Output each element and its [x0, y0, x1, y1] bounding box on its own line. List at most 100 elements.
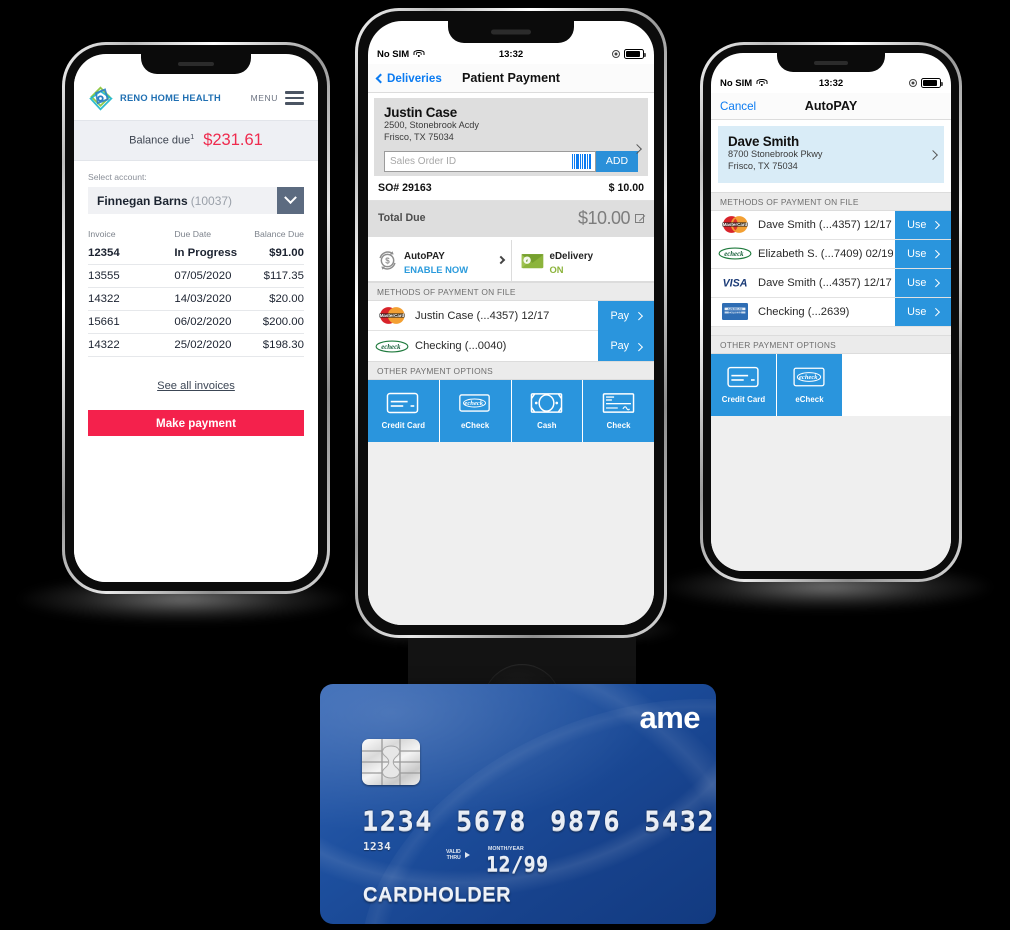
use-button[interactable]: Use — [895, 268, 951, 297]
payment-method-label: Checking (...2639) — [758, 305, 850, 318]
svg-text:MasterCard: MasterCard — [723, 222, 748, 227]
earpiece-speaker — [814, 60, 848, 65]
total-due-row: Total Due $10.00 — [368, 200, 654, 237]
account-dropdown-button[interactable] — [277, 187, 304, 214]
svg-text:MasterCard: MasterCard — [380, 313, 405, 318]
option-label: eCheck — [795, 394, 824, 404]
svg-text:echeck: echeck — [465, 400, 484, 407]
svg-text:e: e — [526, 259, 528, 264]
barcode-icon[interactable] — [571, 153, 591, 169]
amex-logo-icon: AMERICAN EXPRESS — [718, 303, 752, 320]
chevron-right-icon — [932, 220, 940, 229]
customer-address-line-1: 2500, Stonebrook Acdy — [384, 120, 480, 130]
customer-address-card[interactable]: Dave Smith 8700 Stonebrook Pkwy Frisco, … — [718, 126, 944, 183]
valid-thru-label: VALID THRU — [446, 849, 461, 861]
right-phone-device: No SIM 13:32 Cancel AutoPAY Dave Smith 8 — [700, 42, 962, 582]
echeck-logo-icon: echeck — [375, 338, 409, 355]
echeck-option[interactable]: echeck eCheck — [777, 353, 843, 416]
customer-name: Dave Smith — [728, 134, 799, 149]
echeck-option[interactable]: echeck eCheck — [439, 380, 512, 443]
cell-due: 06/02/2020 — [174, 316, 232, 328]
account-select[interactable]: Finnegan Barns (10037) — [88, 187, 304, 214]
list-item[interactable]: echeck Checking (...0040) Pay — [368, 331, 654, 361]
svg-text:AMERICAN: AMERICAN — [728, 307, 743, 311]
table-row[interactable]: 14322 14/03/2020 $20.00 — [88, 288, 304, 311]
other-payment-options-grid: Credit Card echeck eCheck — [368, 380, 654, 443]
credit-card-option[interactable]: Credit Card — [368, 380, 440, 443]
right-content-filler — [711, 415, 951, 571]
col-balance-due: Balance Due — [254, 229, 304, 239]
total-due-label: Total Due — [378, 212, 426, 225]
list-item[interactable]: MasterCard Justin Case (...4357) 12/17 P… — [368, 301, 654, 332]
sales-order-input-row: Sales Order ID ADD — [384, 150, 638, 172]
list-item[interactable]: VISA Dave Smith (...4357) 12/17 Use — [711, 268, 951, 298]
balance-due-strip: Balance due1 $231.61 — [74, 120, 318, 161]
status-right-icons — [612, 49, 646, 59]
autopay-title: AutoPAY — [404, 250, 445, 262]
sales-order-input[interactable]: Sales Order ID — [384, 150, 596, 172]
left-phone-notch — [141, 54, 251, 74]
pay-button[interactable]: Pay — [598, 331, 654, 361]
chevron-left-icon — [375, 73, 386, 83]
credit-card-option[interactable]: Credit Card — [711, 353, 777, 416]
table-row[interactable]: 12354 In Progress $91.00 — [88, 242, 304, 265]
account-select-value[interactable]: Finnegan Barns (10037) — [88, 187, 277, 214]
cash-bill-icon — [530, 392, 564, 415]
card-number-group-2: 5678 — [456, 806, 528, 837]
option-label: Credit Card — [381, 421, 426, 431]
pay-label: Pay — [610, 309, 630, 322]
hamburger-menu-icon[interactable] — [285, 91, 304, 105]
edit-pencil-icon[interactable] — [635, 213, 644, 223]
autopay-cell[interactable]: $ AutoPAY ENABLE NOW — [368, 239, 512, 282]
customer-name: Justin Case — [384, 105, 457, 120]
location-icon — [612, 50, 620, 58]
card-expiry: 12/99 — [486, 852, 549, 876]
cash-option[interactable]: Cash — [511, 380, 584, 443]
back-button[interactable]: Deliveries — [375, 72, 442, 85]
invoice-table-header: Invoice Due Date Balance Due — [88, 229, 304, 242]
table-row[interactable]: 14322 25/02/2020 $198.30 — [88, 334, 304, 357]
chevron-right-icon — [932, 249, 940, 258]
payment-method-label: Dave Smith (...4357) 12/17 — [758, 218, 892, 231]
customer-address-line-2: Frisco, TX 75034 — [728, 160, 798, 171]
payment-methods-list: MasterCard Dave Smith (...4357) 12/17 Us… — [711, 210, 951, 327]
autopay-status: ENABLE NOW — [404, 263, 469, 275]
location-icon — [909, 79, 917, 87]
edelivery-text: eDelivery ON — [550, 246, 594, 276]
edelivery-cell[interactable]: e eDelivery ON — [512, 240, 655, 282]
svg-text:$: $ — [385, 256, 390, 265]
pay-button[interactable]: Pay — [598, 301, 654, 330]
battery-icon — [624, 49, 646, 59]
list-item[interactable]: AMERICAN EXPRESS Checking (...2639) Use — [711, 297, 951, 327]
customer-address-card[interactable]: Justin Case 2500, Stonebrook Acdy Frisco… — [374, 98, 648, 176]
portal-header: RENO HOME HEALTH MENU — [74, 76, 318, 120]
cancel-button[interactable]: Cancel — [720, 100, 756, 113]
use-label: Use — [907, 305, 927, 318]
list-item[interactable]: echeck Elizabeth S. (...7409) 02/19 Use — [711, 239, 951, 269]
option-filler — [843, 353, 951, 416]
add-button[interactable]: ADD — [596, 150, 638, 172]
see-all-invoices-link[interactable]: See all invoices — [74, 380, 318, 392]
right-phone-notch — [777, 53, 885, 72]
check-option[interactable]: Check — [583, 380, 654, 443]
left-phone-screen: RENO HOME HEALTH MENU Balance due1 $231.… — [74, 54, 318, 582]
table-row[interactable]: 15661 06/02/2020 $200.00 — [88, 311, 304, 334]
make-payment-button[interactable]: Make payment — [88, 410, 304, 436]
col-due-date: Due Date — [174, 229, 212, 239]
option-label: Check — [606, 421, 631, 431]
autopay-dollar-icon: $ — [377, 250, 398, 271]
table-row[interactable]: 13555 07/05/2020 $117.35 — [88, 265, 304, 288]
use-button[interactable]: Use — [895, 297, 951, 326]
use-button[interactable]: Use — [895, 210, 951, 239]
cell-balance: $117.35 — [263, 270, 304, 282]
use-button[interactable]: Use — [895, 239, 951, 268]
account-number: (10037) — [190, 193, 233, 208]
mid-phone-device: No SIM 13:32 Deliveries Patient Payment — [355, 8, 667, 638]
invoice-table: Invoice Due Date Balance Due 12354 In Pr… — [88, 229, 304, 357]
echeck-icon: echeck — [792, 366, 827, 389]
menu-button[interactable]: MENU — [251, 91, 304, 105]
list-item[interactable]: MasterCard Dave Smith (...4357) 12/17 Us… — [711, 210, 951, 240]
menu-label: MENU — [250, 93, 278, 103]
payment-method-label: Dave Smith (...4357) 12/17 — [758, 276, 892, 289]
payment-methods-list: MasterCard Justin Case (...4357) 12/17 P… — [368, 301, 654, 362]
